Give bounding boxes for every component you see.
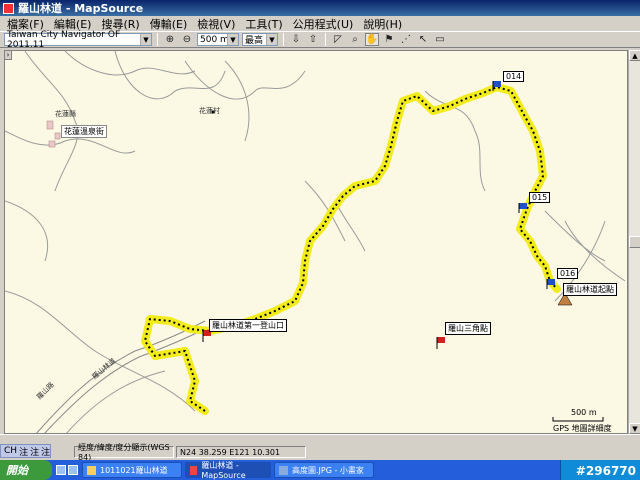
menu-view[interactable]: 檢視(V) — [192, 16, 240, 32]
trailhead-label[interactable]: 羅山林道起點 — [563, 283, 617, 296]
scroll-up-icon[interactable]: ▲ — [629, 50, 640, 61]
receive-device-icon[interactable]: ⇩ — [289, 33, 303, 46]
map-product-value: Taiwan City Navigator OF 2011.11 — [7, 29, 121, 50]
route-tool-icon[interactable]: ⋰ — [399, 33, 413, 46]
measure-tool-icon[interactable]: ▭ — [433, 33, 447, 46]
task-button-paint[interactable]: 高度圖.JPG - 小畫家 — [274, 462, 374, 478]
position-field: N24 38.259 E121 10.301 — [176, 446, 306, 458]
folder-icon — [87, 465, 96, 475]
send-device-icon[interactable]: ⇧ — [306, 33, 320, 46]
title-bar: 羅山林道 - MapSource — [0, 0, 640, 16]
window-title: 羅山林道 - MapSource — [18, 2, 144, 15]
menu-transfer[interactable]: 傳輸(E) — [145, 16, 193, 32]
map-product-select[interactable]: Taiwan City Navigator OF 2011.11 ▼ — [4, 30, 152, 50]
ime-mode[interactable]: 注 — [41, 445, 50, 458]
first-trailhead-label[interactable]: 羅山林道第一登山口 — [209, 319, 287, 332]
scroll-down-icon[interactable]: ▼ — [629, 423, 640, 434]
toolbar-divider — [283, 33, 284, 46]
place-label-village: 花蓮村 — [199, 107, 220, 115]
quick-launch-icon[interactable] — [56, 465, 66, 475]
scale-label: 500 m — [571, 408, 597, 417]
toolbar-divider — [325, 33, 326, 46]
coord-format-field: 經度/緯度/度分顯示(WGS 84) — [74, 443, 174, 462]
chevron-down-icon[interactable]: ▼ — [140, 34, 151, 45]
waypoint-label-014[interactable]: 014 — [503, 71, 525, 82]
ime-mode[interactable]: 注 — [30, 445, 39, 458]
quick-launch-icon[interactable] — [68, 465, 78, 475]
place-label-county: 花蓮縣 — [55, 110, 76, 118]
waypoint-tool-icon[interactable]: ⚑ — [382, 33, 396, 46]
app-icon — [3, 2, 14, 14]
menu-tools[interactable]: 工具(T) — [240, 16, 287, 32]
zoom-out-icon[interactable]: ⊖ — [180, 33, 194, 46]
chevron-down-icon[interactable]: ▼ — [227, 34, 238, 45]
ime-lang[interactable]: CH — [4, 446, 17, 456]
scroll-thumb[interactable] — [629, 236, 640, 248]
zoom-value: 500 m — [200, 34, 229, 45]
toolbar: Taiwan City Navigator OF 2011.11 ▼ ⊕ ⊖ 5… — [0, 30, 640, 50]
toolbar-divider — [157, 33, 158, 46]
map-view[interactable]: 014 015 016 羅山林道起點 羅山林道第一登山口 羅山三角點 花蓮縣 花… — [4, 50, 628, 434]
vertical-scrollbar[interactable]: ▲ ▼ — [628, 50, 640, 434]
watermark: #296770 — [575, 464, 636, 478]
panel-toggle-icon[interactable]: › — [4, 50, 12, 60]
place-label-hotspring: 花蓮溫泉街 — [61, 125, 107, 138]
pointer-tool-icon[interactable]: ↖ — [416, 33, 430, 46]
detail-note: GPS 地圖詳細度 — [553, 424, 612, 433]
zoom-tool-icon[interactable]: ⌕ — [348, 33, 362, 46]
task-button-mapsource[interactable]: 羅山林道 - MapSource — [185, 461, 271, 480]
waypoint-label-016[interactable]: 016 — [557, 268, 579, 279]
menu-help[interactable]: 說明(H) — [358, 16, 407, 32]
waypoint-label-015[interactable]: 015 — [529, 192, 551, 203]
start-button[interactable]: 開始 — [0, 460, 52, 480]
detail-value: 最高 — [245, 36, 264, 46]
quick-launch — [52, 465, 82, 475]
zoom-in-icon[interactable]: ⊕ — [163, 33, 177, 46]
select-tool-icon[interactable]: ◸ — [331, 33, 345, 46]
chevron-down-icon[interactable]: ▼ — [266, 34, 277, 45]
taskbar: 開始 1011021羅山林道 羅山林道 - MapSource 高度圖.JPG … — [0, 460, 640, 480]
zoom-select[interactable]: 500 m ▼ — [197, 33, 239, 46]
paint-icon — [279, 465, 288, 475]
triangulation-point-label[interactable]: 羅山三角點 — [445, 322, 491, 335]
task-button-folder[interactable]: 1011021羅山林道 — [82, 462, 182, 478]
ime-mode[interactable]: 注 — [19, 445, 28, 458]
menu-utilities[interactable]: 公用程式(U) — [288, 16, 359, 32]
detail-select[interactable]: 最高 ▼ — [242, 33, 278, 46]
mapsource-icon — [190, 465, 198, 475]
ime-bar[interactable]: CH 注 注 注 — [0, 444, 52, 458]
red-flag-icon[interactable] — [436, 337, 445, 349]
hand-tool-icon[interactable]: ✋ — [365, 33, 379, 46]
